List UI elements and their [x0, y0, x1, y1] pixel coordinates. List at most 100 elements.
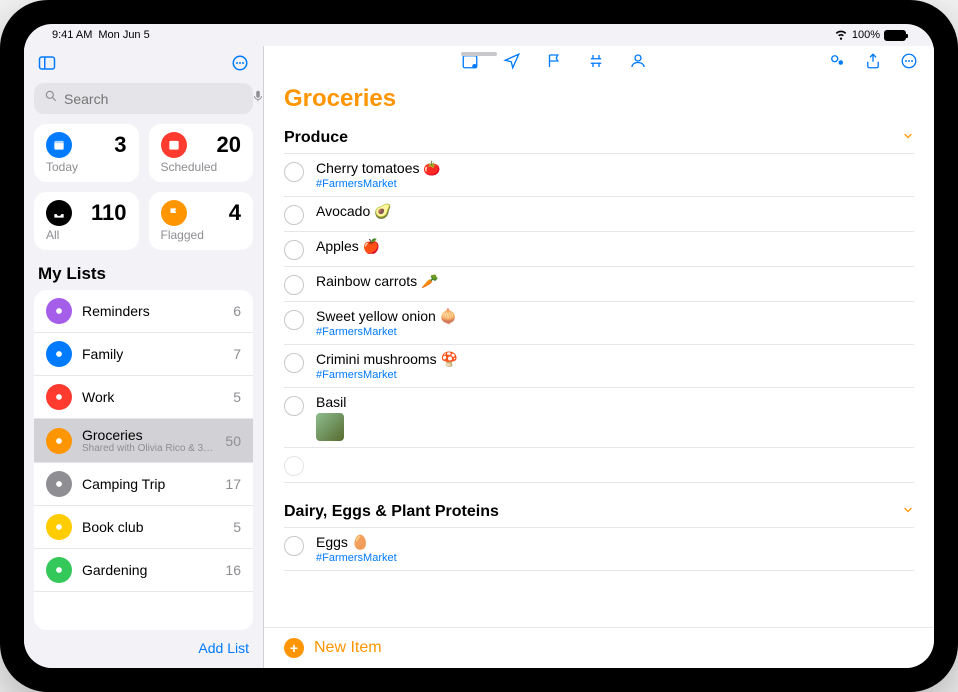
new-item-button[interactable]: + New Item: [264, 627, 934, 668]
complete-checkbox[interactable]: [284, 240, 304, 260]
sidebar-list-groceries[interactable]: Groceries Shared with Olivia Rico & 3… 5…: [34, 419, 253, 463]
bookmark-icon: [46, 514, 72, 540]
reminder-empty-row[interactable]: [284, 448, 914, 483]
complete-checkbox[interactable]: [284, 456, 304, 476]
status-bar: 9:41 AM Mon Jun 5 100%: [24, 24, 934, 46]
list-count: 5: [233, 519, 241, 535]
reminder-title: Crimini mushrooms 🍄: [316, 351, 914, 368]
card-all-count: 110: [91, 200, 127, 226]
reminder-title: Sweet yellow onion 🧅: [316, 308, 914, 325]
reminder-tag[interactable]: #FarmersMarket: [316, 552, 914, 564]
list-count: 16: [225, 562, 241, 578]
reminder-row[interactable]: Cherry tomatoes 🍅 #FarmersMarket: [284, 154, 914, 197]
card-all[interactable]: 110 All: [34, 192, 139, 250]
group-name: Produce: [284, 129, 348, 147]
complete-checkbox[interactable]: [284, 275, 304, 295]
group-header[interactable]: Produce: [284, 123, 914, 154]
list-subtitle: Shared with Olivia Rico & 3…: [82, 443, 215, 454]
reminder-row[interactable]: Rainbow carrots 🥕: [284, 267, 914, 302]
more-main-icon[interactable]: [900, 52, 918, 75]
tent-icon: [46, 471, 72, 497]
reminder-row[interactable]: Eggs 🥚 #FarmersMarket: [284, 528, 914, 571]
main-toolbar: [264, 46, 934, 79]
calendar-today-icon: [46, 132, 72, 158]
tag-icon[interactable]: [587, 52, 605, 75]
list-count: 7: [233, 346, 241, 362]
list-name: Work: [82, 389, 223, 405]
card-scheduled-count: 20: [217, 132, 241, 158]
sidebar-list-camping-trip[interactable]: Camping Trip 17: [34, 463, 253, 506]
sidebar-list-family[interactable]: Family 7: [34, 333, 253, 376]
search-input[interactable]: [64, 91, 245, 107]
list-name: Groceries: [82, 427, 215, 443]
card-scheduled[interactable]: 20 Scheduled: [149, 124, 254, 182]
complete-checkbox[interactable]: [284, 162, 304, 182]
group-name: Dairy, Eggs & Plant Proteins: [284, 503, 499, 521]
card-flagged[interactable]: 4 Flagged: [149, 192, 254, 250]
reminder-tag[interactable]: #FarmersMarket: [316, 326, 914, 338]
card-scheduled-label: Scheduled: [161, 160, 242, 174]
app-content: 3 Today 20 Scheduled: [24, 46, 934, 668]
reminder-row[interactable]: Sweet yellow onion 🧅 #FarmersMarket: [284, 302, 914, 345]
card-all-label: All: [46, 228, 127, 242]
sidebar: 3 Today 20 Scheduled: [24, 46, 264, 668]
add-list-button[interactable]: Add List: [198, 640, 249, 656]
star-icon: [46, 384, 72, 410]
sidebar-list-gardening[interactable]: Gardening 16: [34, 549, 253, 592]
complete-checkbox[interactable]: [284, 353, 304, 373]
my-lists-header: My Lists: [24, 260, 263, 290]
list-name: Reminders: [82, 303, 223, 319]
battery-icon: [884, 30, 906, 41]
sidebar-list-work[interactable]: Work 5: [34, 376, 253, 419]
search-icon: [44, 89, 58, 108]
complete-checkbox[interactable]: [284, 396, 304, 416]
reminder-attachment[interactable]: [316, 413, 344, 441]
battery-percent: 100%: [852, 29, 880, 41]
location-icon[interactable]: [503, 52, 521, 75]
list-count: 50: [225, 433, 241, 449]
status-date: Mon Jun 5: [98, 29, 149, 41]
list-count: 5: [233, 389, 241, 405]
screen: 9:41 AM Mon Jun 5 100%: [24, 24, 934, 668]
reminder-title: Avocado 🥑: [316, 203, 914, 220]
share-icon[interactable]: [864, 52, 882, 75]
reminder-tag[interactable]: #FarmersMarket: [316, 178, 914, 190]
list-count: 6: [233, 303, 241, 319]
smart-lists: 3 Today 20 Scheduled: [24, 124, 263, 260]
reminder-tag[interactable]: #FarmersMarket: [316, 369, 914, 381]
card-today-label: Today: [46, 160, 127, 174]
inbox-icon: [46, 200, 72, 226]
list-icon: [46, 298, 72, 324]
list-name: Gardening: [82, 562, 215, 578]
chevron-down-icon[interactable]: [902, 503, 914, 521]
new-item-label: New Item: [314, 639, 382, 657]
chevron-down-icon[interactable]: [902, 129, 914, 147]
flag-toolbar-icon[interactable]: [545, 52, 563, 75]
reminder-row[interactable]: Crimini mushrooms 🍄 #FarmersMarket: [284, 345, 914, 388]
calendar-icon: [161, 132, 187, 158]
search-bar[interactable]: [34, 83, 253, 114]
collaborate-icon[interactable]: [828, 52, 846, 75]
reminders-body: Produce Cherry tomatoes 🍅 #FarmersMarket…: [264, 123, 934, 627]
sidebar-toggle-icon[interactable]: [38, 54, 56, 77]
reminder-title: Eggs 🥚: [316, 534, 914, 551]
card-today[interactable]: 3 Today: [34, 124, 139, 182]
mic-icon[interactable]: [251, 89, 265, 108]
reminder-row[interactable]: Apples 🍎: [284, 232, 914, 267]
multitask-indicator[interactable]: [461, 52, 497, 56]
reminder-row[interactable]: Basil: [284, 388, 914, 448]
complete-checkbox[interactable]: [284, 310, 304, 330]
complete-checkbox[interactable]: [284, 205, 304, 225]
group-header[interactable]: Dairy, Eggs & Plant Proteins: [284, 497, 914, 528]
cart-icon: [46, 428, 72, 454]
sidebar-list-book-club[interactable]: Book club 5: [34, 506, 253, 549]
flag-icon: [161, 200, 187, 226]
person-icon[interactable]: [629, 52, 647, 75]
card-flagged-count: 4: [229, 200, 241, 226]
leaf-icon: [46, 557, 72, 583]
reminder-title: Apples 🍎: [316, 238, 914, 255]
more-icon[interactable]: [231, 54, 249, 77]
complete-checkbox[interactable]: [284, 536, 304, 556]
reminder-row[interactable]: Avocado 🥑: [284, 197, 914, 232]
sidebar-list-reminders[interactable]: Reminders 6: [34, 290, 253, 333]
